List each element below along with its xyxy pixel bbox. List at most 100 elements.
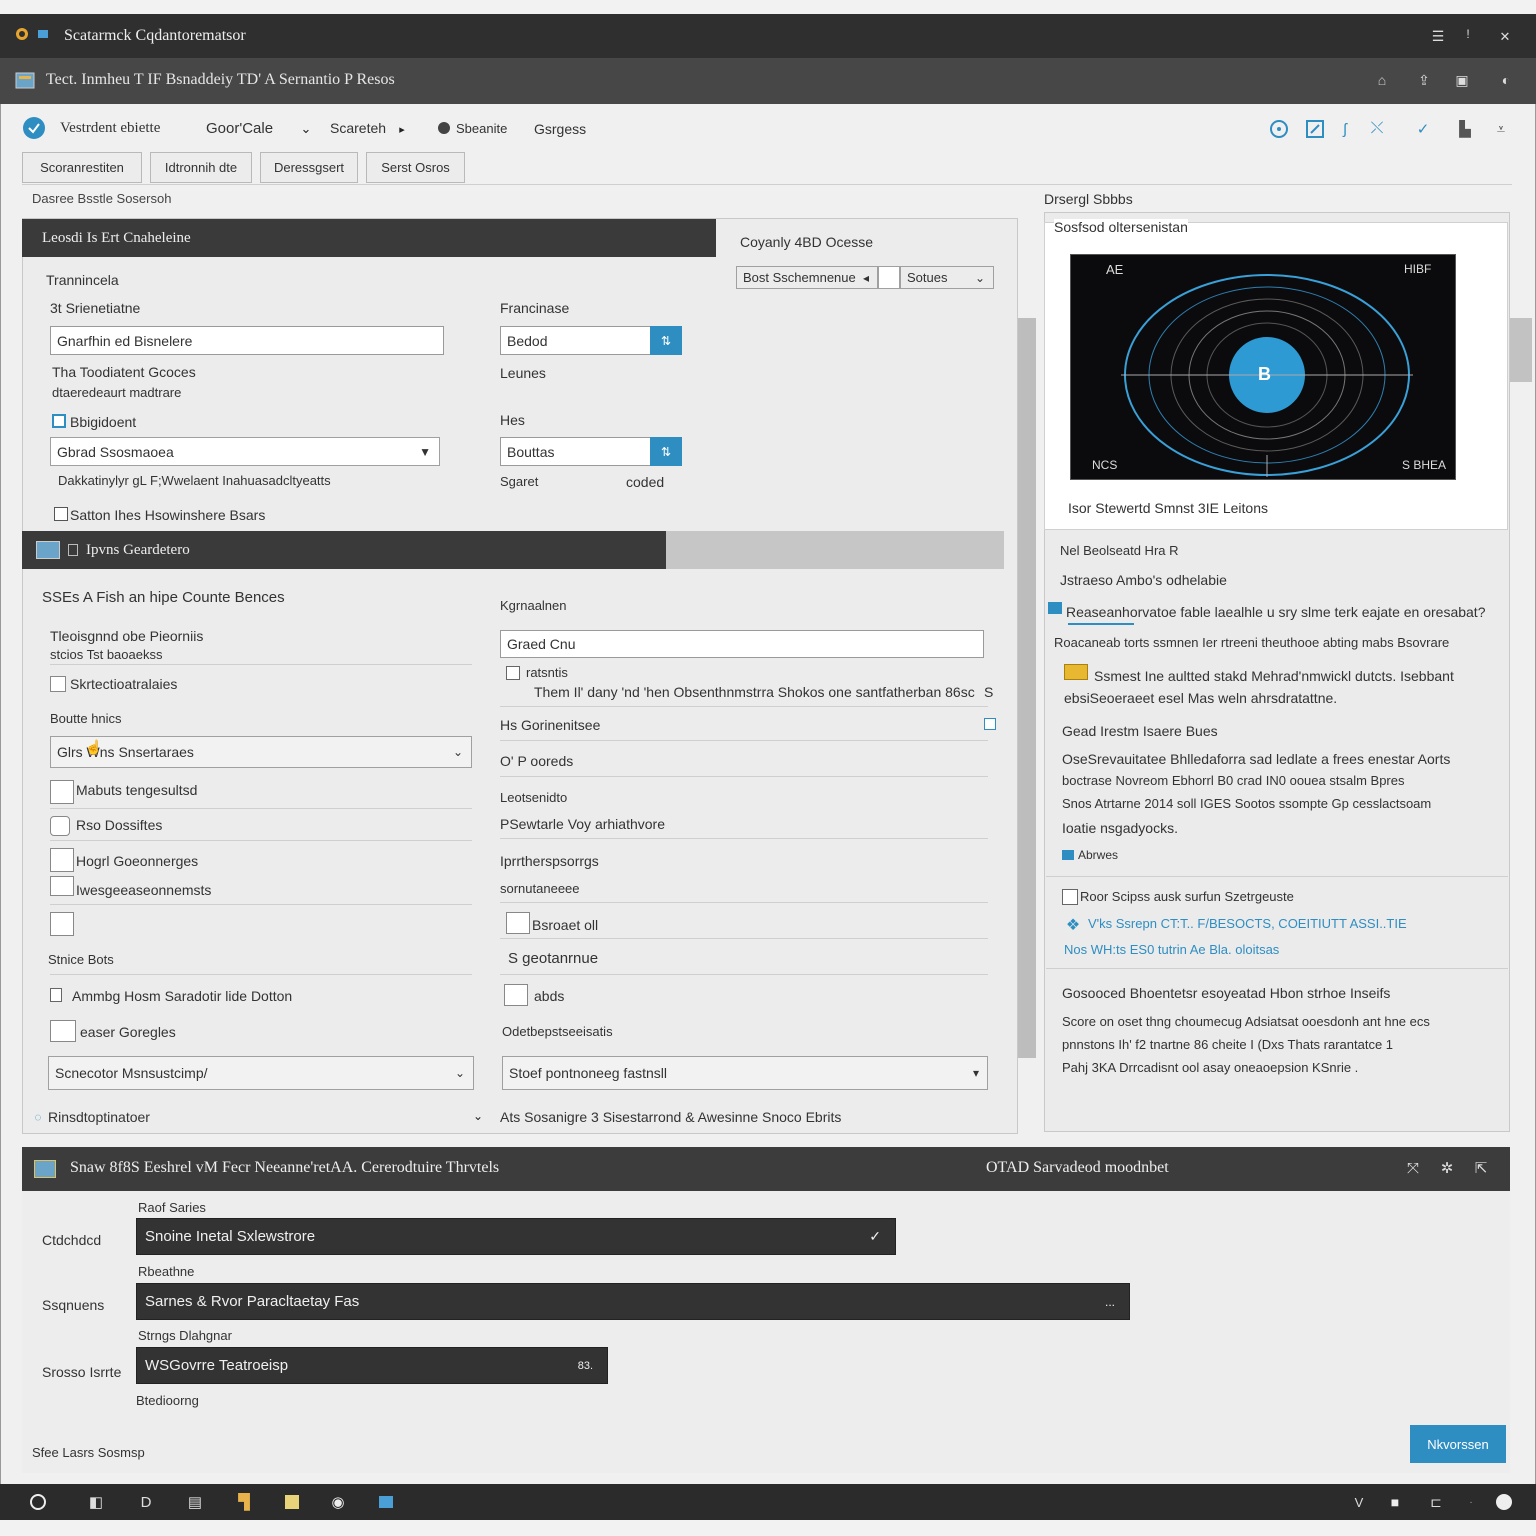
files-icon[interactable]: ◧ [86,1492,106,1512]
share-icon[interactable]: ⇪ [1414,70,1434,90]
chevron-down-icon: ▼ [419,444,431,459]
maximize-icon[interactable]: ǃ [1460,24,1476,44]
list-icon[interactable]: ▤ [184,1492,206,1512]
field2-input[interactable]: Bedod [500,326,652,355]
menu-gsrgess[interactable]: Gsrgess [534,121,586,137]
side-select-a[interactable]: Bost Sschemnenue ◂ [736,266,878,289]
minimize-icon[interactable]: ☰ [1428,26,1448,46]
app-name: Vestrdent ebiette [60,120,161,136]
preview-scrollbar-thumb[interactable] [1510,318,1532,382]
divider [500,776,988,777]
right-input[interactable]: Graed Cnu [500,630,984,658]
link-line2[interactable]: Nos WH:ts ES0 tutrin Ae Bla. oloitsas [1064,942,1279,957]
preview-box-title: Sosfsod oltersenistan [1054,219,1188,235]
info-line3[interactable]: Reaseanhorvatoe fable laealhle u sry slm… [1066,604,1485,620]
field3-label: Hes [500,412,525,428]
tray-network-icon[interactable]: ⊏ [1426,1492,1446,1512]
section2-select-b[interactable]: Scnecotor Msnsustcimp/ ⌄ [48,1056,474,1090]
photos-icon[interactable] [376,1492,396,1512]
right-check-1-checkbox[interactable] [506,666,520,680]
collapse-icon[interactable]: ⇱ [1470,1157,1492,1179]
side-select-b[interactable]: Sotues ⌄ [900,266,994,289]
wand-icon[interactable]: ʃ [1336,118,1354,140]
check-2-checkbox[interactable] [50,780,74,804]
field1-input[interactable]: Gnarfhin ed Bisnelere [50,326,444,355]
check-4-checkbox[interactable] [50,848,74,872]
right-select-value: Stoef pontnoneeg fastnsll [509,1065,668,1081]
menu-goorcale[interactable]: Goor'Cale [206,120,273,137]
check-2-label: Mabuts tengesultsd [76,782,198,798]
drop-icon[interactable]: ◐ [1496,70,1516,90]
document-icon[interactable]: D [136,1492,156,1512]
divider [1046,876,1508,877]
menu-status[interactable]: Sbeanite [456,121,507,136]
bottom-field3-input[interactable]: WSGovrre Teatroeisp 83. [136,1347,608,1384]
check-7-checkbox[interactable] [50,1020,76,1042]
right-check-3-checkbox[interactable] [504,984,528,1006]
check-icon[interactable]: ✓ [1412,118,1434,140]
info-checkbox[interactable] [1062,889,1078,905]
divider [500,740,988,741]
chevron-down-icon: ▾ [972,1066,979,1080]
bottom-field2-input[interactable]: Sarnes & Rvor Paracltaetay Fas ... [136,1283,1130,1320]
field2-spin-button[interactable]: ⇅ [650,326,682,355]
check-5-checkbox[interactable] [50,876,74,896]
section1-title: Leosdi Is Ert Cnaheleine [42,229,191,246]
folder-icon[interactable]: ▜ [234,1492,254,1512]
right-select[interactable]: Stoef pontnoneeg fastnsll ▾ [502,1056,988,1090]
start-icon[interactable] [28,1492,48,1512]
tray-window-icon[interactable]: ■ [1386,1492,1404,1512]
tab-idtronnih[interactable]: Idtronnih dte [150,152,252,183]
right-check-2-checkbox[interactable] [506,912,530,934]
chart-icon[interactable]: ▙ [1454,118,1476,140]
filter-icon[interactable]: ⩡ [1490,118,1512,140]
menu-scareteh[interactable]: Scareteh [330,120,386,136]
expand-chevron-icon[interactable]: ⌄ [470,1108,486,1124]
info-check-label: Roor Scipss ausk surfun Szetrgeuste [1080,889,1294,904]
link-line1[interactable]: V'ks Ssrepn CT:T.. F/BESOCTS, COEITIUTT … [1088,916,1407,931]
window-icon[interactable]: ▣ [1452,70,1472,90]
section2-link[interactable]: Rinsdtoptinatoer [48,1109,150,1125]
tab-scoranrestiten[interactable]: Scoranrestiten [22,152,142,183]
main-scrollbar-track[interactable] [1018,318,1036,1058]
edit-icon[interactable] [1304,118,1326,140]
check-blank-checkbox[interactable] [50,912,74,936]
bottom-field1-select[interactable]: Snoine Inetal Sxlewstrore ✓ [136,1218,896,1255]
settings-icon[interactable]: ✲ [1436,1157,1458,1179]
browser-icon[interactable]: ◉ [328,1492,348,1512]
check-3-checkbox[interactable] [50,816,70,836]
check-6-checkbox[interactable] [50,988,62,1002]
section2-select-a[interactable]: Glrs Wns Snsertaraes ⌄ [50,736,472,768]
bbigidoent-checkbox[interactable] [52,414,66,428]
small-link[interactable]: Abrwes [1078,848,1118,862]
right-corner-checkbox[interactable] [984,718,996,730]
close-icon[interactable]: ✕ [1494,26,1516,48]
pin-icon[interactable]: ⤧ [1402,1157,1424,1179]
field3-hint-b: coded [626,474,665,490]
chevron-left-icon: ◂ [862,270,869,285]
section1-select[interactable]: Gbrad Ssosmaoea ▼ [50,437,440,466]
info-line1: Nel Beolseatd Hra R [1060,543,1179,558]
preview-caption: Isor Stewertd Smnst 3IE Leitons [1068,500,1268,516]
tab-serst-osros[interactable]: Serst Osros [366,152,465,183]
note-line1: Ssmest Ine aultted stakd Mehrad'nmwickl … [1094,668,1454,684]
link-icon[interactable]: ◌ [30,1110,46,1124]
tab-deressgsert[interactable]: Deressgsert [260,152,358,183]
caret-icon[interactable]: ▸ [396,120,408,138]
screen-label-br: S BHEA [1402,458,1447,472]
check-3-label: Rso Dossiftes [76,817,163,833]
notes-icon[interactable] [282,1492,302,1512]
field3-input[interactable]: Bouttas [500,437,652,466]
check-1-checkbox[interactable] [50,676,66,692]
tray-chevron-icon[interactable]: V [1350,1492,1368,1512]
field3-spin-button[interactable]: ⇅ [650,437,682,466]
chevron-down-icon[interactable]: ⌄ [298,120,314,138]
tools-icon[interactable]: ⤬ [1366,118,1388,140]
bottom-field3-label: Srosso Isrrte [42,1364,122,1380]
help-icon[interactable] [1268,118,1290,140]
tray-clock-icon[interactable] [1494,1492,1514,1512]
right-check-2-label: Bsroaet oll [532,917,599,933]
section2-title: Ipvns Geardetero [86,541,190,558]
pin-icon[interactable]: ⌂ [1372,70,1392,90]
primary-button[interactable]: Nkvorssen [1410,1425,1506,1463]
